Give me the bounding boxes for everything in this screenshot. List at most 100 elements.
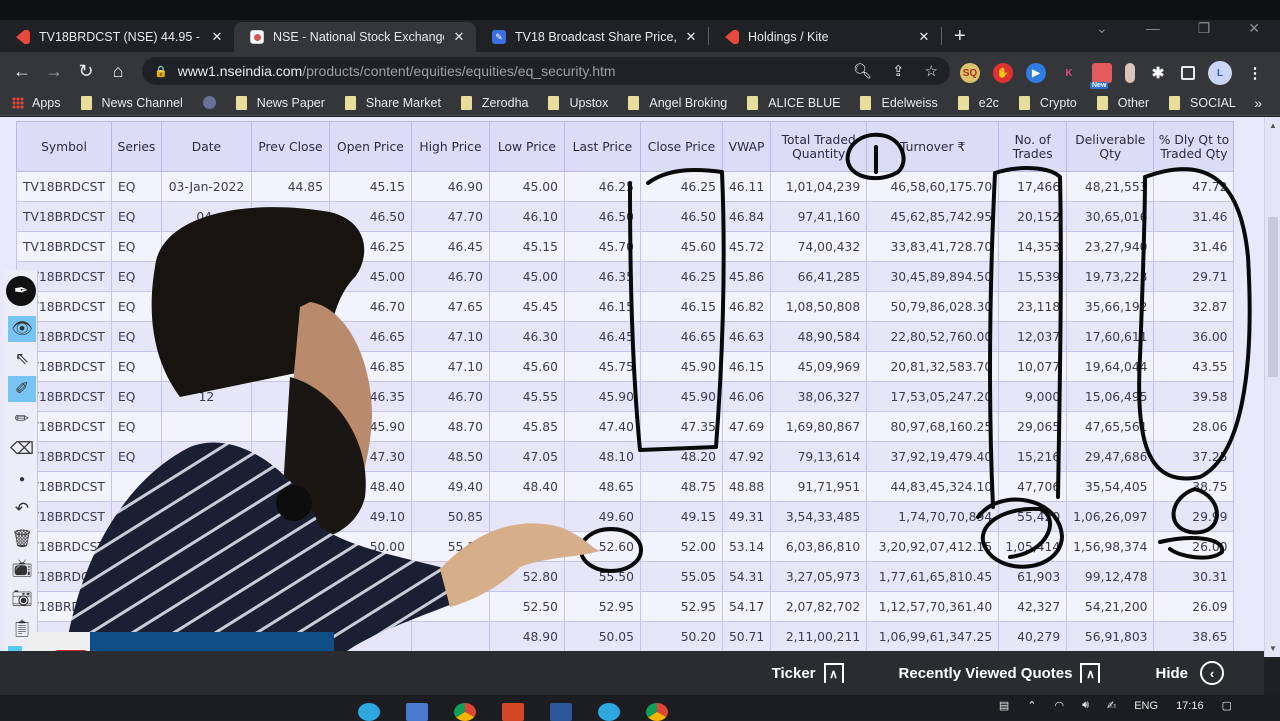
eraser-icon[interactable]: ⌫ <box>8 436 36 462</box>
scroll-down-icon[interactable]: ▼ <box>1269 644 1277 653</box>
table-cell: 45.60 <box>488 351 565 382</box>
video-extension-icon[interactable]: ▶ <box>1026 63 1046 83</box>
home-icon[interactable]: ⌂ <box>102 61 134 82</box>
tab-tv18-broadcast[interactable]: ✎ TV18 Broadcast Share Price, TV1 ✕ <box>476 22 708 52</box>
ticker-toggle[interactable]: Ticker ∧ <box>772 663 844 683</box>
column-header[interactable]: No. of Trades <box>998 121 1068 172</box>
highlighter-icon[interactable]: ✐ <box>8 376 36 402</box>
mouse-extension-icon[interactable] <box>1125 63 1135 83</box>
column-header[interactable]: High Price <box>410 121 490 172</box>
clock[interactable]: 17:16 <box>1176 700 1204 712</box>
column-header[interactable]: Series <box>110 121 162 172</box>
zoom-icon[interactable]: 🔍︎ <box>853 62 872 80</box>
extensions-puzzle-icon[interactable]: ✱ <box>1148 63 1168 83</box>
camera-icon[interactable]: 📷︎ <box>8 586 36 612</box>
pointer-icon[interactable]: ⇖ <box>8 346 36 372</box>
column-header[interactable]: % Dly Qt to Traded Qty <box>1153 121 1235 172</box>
adblock-extension-icon[interactable]: ✋ <box>993 63 1013 83</box>
column-header[interactable]: Date <box>160 121 252 172</box>
bookmark-news-paper[interactable]: News Paper <box>235 95 325 110</box>
language-indicator[interactable]: ENG <box>1134 700 1158 712</box>
word-icon[interactable] <box>550 703 572 721</box>
bookmark-alice-blue[interactable]: ALICE BLUE <box>747 95 840 110</box>
new-tab-button[interactable]: + <box>954 25 966 48</box>
tab-nse[interactable]: NSE - National Stock Exchange o ✕ <box>234 22 476 52</box>
bookmark-apps[interactable]: Apps <box>12 96 61 110</box>
table-cell: 49.15 <box>639 501 723 532</box>
column-header[interactable]: Turnover ₹ <box>866 121 1000 172</box>
pen-workspace-icon[interactable]: ✍︎ <box>1107 699 1116 712</box>
back-icon[interactable]: ← <box>6 61 38 82</box>
column-header[interactable]: Deliverable Qty <box>1066 121 1155 172</box>
eye-icon[interactable]: 👁︎ <box>8 316 36 342</box>
bookmark-other[interactable]: Other <box>1096 95 1149 110</box>
close-tab-icon[interactable]: ✕ <box>452 29 466 45</box>
bookmark-zerodha[interactable]: Zerodha <box>460 95 528 110</box>
chrome-icon[interactable] <box>646 703 668 721</box>
trash-icon[interactable]: 🗑︎ <box>8 526 36 552</box>
close-tab-icon[interactable]: ✕ <box>210 29 224 45</box>
bookmark-share-market[interactable]: Share Market <box>344 95 441 110</box>
profile-avatar[interactable]: L <box>1208 61 1232 85</box>
sq-extension-icon[interactable]: SQ <box>960 63 980 83</box>
scroll-up-icon[interactable]: ▲ <box>1269 121 1277 130</box>
bookmark-star-icon[interactable]: ☆ <box>925 62 938 80</box>
column-header[interactable]: Close Price <box>639 121 723 172</box>
hide-bar-button[interactable]: Hide ‹ <box>1155 661 1224 685</box>
pen-nib-icon[interactable]: ✒ <box>6 276 36 306</box>
recently-viewed-quotes-toggle[interactable]: Recently Viewed Quotes ∧ <box>899 663 1101 683</box>
telegram-icon[interactable] <box>358 703 380 721</box>
column-header[interactable]: Low Price <box>488 121 565 172</box>
reload-icon[interactable]: ↻ <box>70 61 102 82</box>
minimize-icon[interactable]: — <box>1146 20 1160 37</box>
column-header[interactable]: Symbol <box>16 121 112 172</box>
bookmark-edelweiss[interactable]: Edelweiss <box>860 95 938 110</box>
menu-kebab-icon[interactable]: ⋮ <box>1245 63 1265 83</box>
bookmarks-overflow-button[interactable]: » <box>1254 95 1262 111</box>
bookmark-news-channel[interactable]: News Channel <box>80 95 183 110</box>
volume-icon[interactable]: 🔊︎ <box>1082 699 1089 712</box>
powerpoint-icon[interactable] <box>502 703 524 721</box>
page-scrollbar[interactable]: ▲ ▼ <box>1264 117 1280 657</box>
telegram-icon[interactable] <box>598 703 620 721</box>
bookmark-social[interactable]: SOCIAL <box>1169 95 1236 110</box>
close-window-icon[interactable]: ✕ <box>1248 20 1260 37</box>
k-extension-icon[interactable]: K <box>1059 63 1079 83</box>
column-header[interactable]: VWAP <box>721 121 772 172</box>
column-header[interactable]: Prev Close <box>250 121 330 172</box>
share-icon[interactable]: ⇪ <box>892 62 905 80</box>
notifications-icon[interactable]: ▢ <box>1222 699 1232 712</box>
news-widget-icon[interactable]: ▤ <box>999 699 1009 712</box>
close-tab-icon[interactable]: ✕ <box>917 29 931 45</box>
wifi-icon[interactable]: ◠ <box>1054 699 1064 712</box>
pencil-icon[interactable]: ✏︎ <box>8 406 36 432</box>
address-bar[interactable]: 🔒 www1.nseindia.com/products/content/equ… <box>142 57 950 85</box>
close-tab-icon[interactable]: ✕ <box>684 29 698 45</box>
restore-icon[interactable]: ❐ <box>1198 20 1211 37</box>
projector-icon[interactable]: 📺︎ <box>8 556 36 582</box>
table-cell: 3,54,33,485 <box>770 501 868 532</box>
table-cell: 35,54,405 <box>1066 471 1155 502</box>
side-panel-icon[interactable] <box>1181 66 1195 80</box>
new-extension-icon[interactable]: New <box>1090 63 1112 89</box>
dot-icon[interactable]: ● <box>8 466 36 492</box>
column-header[interactable]: Open Price <box>328 121 412 172</box>
chrome-icon[interactable] <box>454 703 476 721</box>
table-cell: 56,91,803 <box>1066 621 1155 652</box>
bookmark-upstox[interactable]: Upstox <box>548 95 608 110</box>
forward-icon[interactable]: → <box>38 61 70 82</box>
bookmark-angel-broking[interactable]: Angel Broking <box>628 95 727 110</box>
scroll-thumb[interactable] <box>1268 217 1278 377</box>
bookmark-globe[interactable] <box>202 96 216 109</box>
tab-holdings-kite[interactable]: Holdings / Kite ✕ <box>709 22 941 52</box>
tab-kite-tv18[interactable]: TV18BRDCST (NSE) 44.95 - Kite ✕ <box>0 22 234 52</box>
tab-search-icon[interactable]: ⌄ <box>1096 20 1108 37</box>
bookmark-crypto[interactable]: Crypto <box>1018 95 1077 110</box>
column-header[interactable]: Last Price <box>563 121 641 172</box>
undo-icon[interactable]: ↶ <box>8 496 36 522</box>
file-explorer-icon[interactable] <box>406 703 428 721</box>
column-header[interactable]: Total Traded Quantity <box>770 121 868 172</box>
bookmark-e2c[interactable]: e2c <box>957 95 999 110</box>
table-cell: 3,27,05,973 <box>770 561 868 592</box>
tray-overflow-icon[interactable]: ⌃ <box>1027 699 1036 712</box>
